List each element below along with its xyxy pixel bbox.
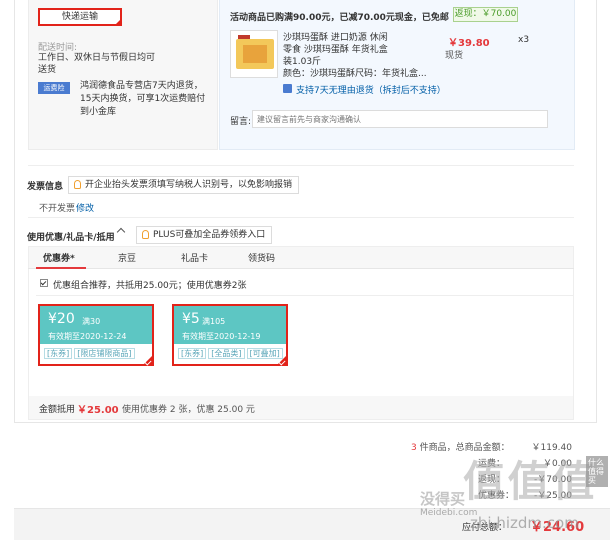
product-quantity: x3 [518, 35, 530, 45]
stock-status: 现货 [445, 51, 464, 61]
plus-coupon-entry[interactable]: PLUS可叠加全品券领券入口 [136, 226, 273, 244]
invoice-title: 发票信息 [27, 182, 64, 192]
coupon-expire: 有效期至2020-12-19 [182, 332, 261, 341]
product-attributes: 颜色：沙琪玛蛋酥尺码：年货礼盒... [283, 69, 427, 79]
coupon-amount: ¥5 [182, 311, 200, 327]
invoice-edit-link[interactable]: 修改 [76, 201, 94, 214]
section-divider [28, 217, 574, 218]
product-thumbnail[interactable] [230, 30, 278, 78]
discount-footer-detail: 使用优惠券 2 张，优惠 25.00 元 [122, 405, 255, 415]
seven-day-return-text: 支持7天无理由退货（拆封后不支持） [296, 86, 446, 96]
tab-coupon[interactable]: 优惠券* [43, 251, 75, 267]
watermark-text: 没得买 [420, 490, 466, 508]
lightbulb-icon [142, 230, 149, 239]
plus-coupon-text: PLUS可叠加全品券领券入口 [153, 230, 266, 240]
coupon-divider [36, 295, 574, 296]
recommend-checkbox[interactable] [40, 279, 48, 287]
watermark-smzdm: zhi.hizdm.com [470, 514, 579, 532]
section-divider [28, 165, 574, 166]
watermark-site: 什么值得买 [586, 456, 608, 487]
return-insurance-badge: 运费险 [38, 82, 70, 94]
seven-day-return-icon [283, 84, 292, 93]
cashback-badge: 返现：￥70.00 [453, 7, 518, 22]
coupon-tag: [可叠加] [246, 348, 283, 359]
tab-jingdou[interactable]: 京豆 [118, 251, 136, 267]
invoice-tip: 开企业抬头发票须填写纳税人识别号，以免影响报销 [68, 176, 300, 194]
lightbulb-icon [74, 180, 81, 189]
coupon-tag: [全品类] [208, 348, 245, 359]
message-input[interactable] [252, 110, 548, 128]
summary-count: 3 [411, 443, 417, 453]
coupon-tag: [东券] [178, 348, 207, 359]
shipping-method-button[interactable]: 快递运输 [38, 8, 122, 26]
invoice-tip-text: 开企业抬头发票须填写纳税人识别号，以免影响报销 [85, 180, 293, 190]
discount-footer-label: 金额抵用 [39, 405, 76, 415]
discount-title[interactable]: 使用优惠/礼品卡/抵用 [27, 230, 115, 243]
coupon-expire: 有效期至2020-12-24 [48, 332, 127, 341]
tab-gift-card[interactable]: 礼品卡 [181, 251, 208, 267]
coupon-card[interactable]: ¥20 满30 有效期至2020-12-24 [东券] [限店铺限商品] [38, 304, 154, 366]
coupon-amount: ¥20 [48, 311, 75, 327]
product-name-link[interactable]: 沙琪玛蛋酥 进口奶源 休闲零食 沙琪玛蛋酥 年货礼盒装1.03斤 [283, 32, 395, 68]
invoice-value: 不开发票 [39, 204, 76, 214]
return-policy-text: 鸿润德食品专营店7天内退货，15天内换货，可享1次运费赔付到小金库 [80, 81, 206, 117]
product-price: ￥39.80 [448, 38, 490, 49]
coupon-condition: 满30 [82, 317, 101, 326]
promo-text: 活动商品已购满90.00元，已减70.00元现金，已免邮 [230, 13, 449, 23]
discount-footer-amount: ￥25.00 [77, 405, 119, 416]
coupon-tag: [东券] [44, 348, 73, 359]
coupon-condition: 满105 [202, 317, 226, 326]
coupon-tag: [限店铺限商品] [74, 348, 135, 359]
recommend-text: 优惠组合推荐，共抵用25.00元；使用优惠券2张 [53, 281, 247, 291]
checkmark-icon [278, 358, 286, 366]
coupon-card[interactable]: ¥5 满105 有效期至2020-12-19 [东券] [全品类] [可叠加] [172, 304, 288, 366]
delivery-time-value: 工作日、双休日与节假日均可送货 [38, 53, 156, 75]
watermark-logo: 值 值 值 [463, 457, 594, 506]
watermark-url: Meidebi.com [420, 508, 478, 518]
coupon-tags: [东券] [全品类] [可叠加] [174, 344, 286, 364]
coupon-tags: [东券] [限店铺限商品] [40, 344, 152, 364]
checkmark-icon [144, 358, 152, 366]
message-label: 留言: [230, 117, 252, 127]
tab-pickup-code[interactable]: 领货码 [248, 251, 275, 267]
